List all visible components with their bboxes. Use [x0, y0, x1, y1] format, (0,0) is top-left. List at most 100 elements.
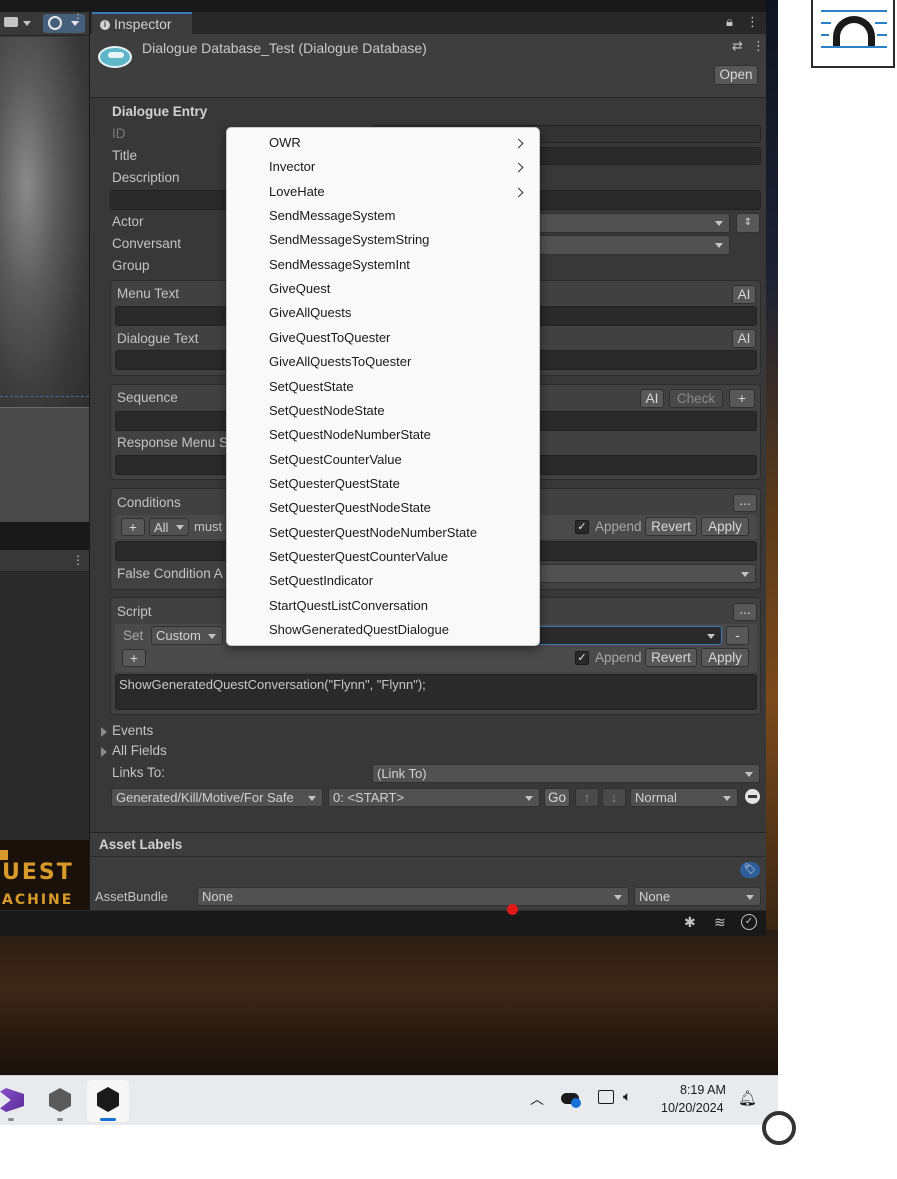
status-check-icon[interactable]: ✓	[741, 914, 757, 930]
open-button[interactable]: Open	[714, 65, 758, 85]
priority-dropdown[interactable]: Normal	[630, 788, 738, 807]
context-menu-item[interactable]: SetQuestCounterValue	[269, 452, 402, 467]
chevron-down-icon	[723, 796, 731, 801]
context-menu-item[interactable]: SendMessageSystem	[269, 208, 395, 223]
context-menu-item[interactable]: GiveQuestToQuester	[269, 330, 390, 345]
context-menu-item[interactable]: StartQuestListConversation	[269, 598, 428, 613]
conditions-append-checkbox[interactable]: ✓	[575, 520, 589, 534]
assetbundle-dropdown[interactable]: None	[197, 887, 629, 906]
scene-ground	[0, 396, 89, 522]
context-menu-item[interactable]: SetQuesterQuestNodeState	[269, 500, 431, 515]
resize-handle[interactable]	[762, 1111, 796, 1145]
asset-title: Dialogue Database_Test (Dialogue Databas…	[142, 40, 427, 56]
links-to-label: Links To:	[112, 765, 166, 780]
context-menu-item[interactable]: SetQuestIndicator	[269, 573, 373, 588]
context-menu-item[interactable]: SetQuestNodeNumberState	[269, 427, 431, 442]
notification-bell-icon[interactable]: 🔔︎	[738, 1089, 757, 1107]
script-add-button[interactable]: +	[122, 649, 146, 667]
tab-inspector[interactable]: i Inspector	[92, 12, 192, 34]
script-more-button[interactable]: ...	[733, 603, 757, 621]
link-conversation-dropdown[interactable]: Generated/Kill/Motive/For Safe	[111, 788, 323, 807]
chevron-right-icon	[513, 138, 524, 149]
network-icon[interactable]	[598, 1090, 614, 1104]
condition-all-dropdown[interactable]: All	[149, 518, 189, 536]
scene-viewport[interactable]	[0, 37, 89, 407]
dialogue-text-ai-button[interactable]: AI	[732, 329, 756, 348]
context-menu-item[interactable]: GiveAllQuestsToQuester	[269, 354, 411, 369]
sequence-ai-button[interactable]: AI	[640, 389, 664, 408]
document-line	[877, 34, 887, 36]
assetbundle-variant-value: None	[639, 889, 671, 904]
script-field[interactable]: ShowGeneratedQuestConversation("Flynn", …	[115, 674, 757, 710]
sequence-add-button[interactable]: +	[729, 389, 755, 408]
visual-studio-icon[interactable]	[0, 1088, 24, 1112]
kebab-menu-icon[interactable]: ⋮	[72, 12, 84, 24]
document-arch-shape	[833, 16, 875, 46]
conditions-more-button[interactable]: ...	[733, 494, 757, 512]
kebab-menu-icon[interactable]: ⋮	[72, 553, 84, 567]
move-down-button[interactable]: ↓	[602, 788, 626, 807]
script-remove-button[interactable]: -	[726, 626, 749, 645]
all-fields-foldout-icon[interactable]	[101, 747, 107, 757]
conditions-revert-button[interactable]: Revert	[645, 517, 697, 536]
menu-text-ai-button[interactable]: AI	[732, 285, 756, 304]
context-menu-item[interactable]: SendMessageSystemString	[269, 232, 429, 247]
go-button[interactable]: Go	[544, 788, 570, 807]
events-foldout-icon[interactable]	[101, 727, 107, 737]
script-apply-button[interactable]: Apply	[701, 648, 749, 667]
condition-add-button[interactable]: +	[121, 518, 145, 536]
chevron-up-icon[interactable]: ︿	[530, 1089, 544, 1109]
context-menu-item[interactable]: GiveAllQuests	[269, 305, 351, 320]
false-condition-dropdown[interactable]	[536, 564, 756, 583]
check-button[interactable]: Check	[669, 389, 723, 408]
script-append-checkbox[interactable]: ✓	[575, 651, 589, 665]
camera-icon[interactable]	[4, 17, 18, 27]
windows-taskbar: ︿ 🔈︎ 8:19 AM 10/20/2024 🔔︎	[0, 1075, 778, 1125]
volume-icon[interactable]: 🔈︎	[623, 1088, 631, 1105]
unity-hub-icon[interactable]	[49, 1088, 71, 1112]
context-menu-item[interactable]: LoveHate	[269, 184, 325, 199]
assetbundle-variant-dropdown[interactable]: None	[634, 887, 761, 906]
conditions-apply-button[interactable]: Apply	[701, 517, 749, 536]
chevron-down-icon	[707, 634, 715, 639]
actor-swap-button[interactable]: ⇕	[736, 213, 760, 233]
link-entry-dropdown[interactable]: 0: <START>	[328, 788, 540, 807]
custom-dropdown[interactable]: Custom	[151, 626, 223, 645]
script-revert-button[interactable]: Revert	[645, 648, 697, 667]
debug-bug-icon[interactable]: ✱	[684, 914, 696, 931]
set-label: Set	[123, 628, 144, 643]
running-indicator	[57, 1118, 63, 1121]
context-menu-item[interactable]: SetQuestState	[269, 379, 354, 394]
context-menu-item[interactable]: SetQuestNodeState	[269, 403, 385, 418]
layers-icon[interactable]: ≋	[714, 914, 726, 931]
active-indicator	[100, 1118, 116, 1121]
move-up-button[interactable]: ↑	[575, 788, 599, 807]
editor-top-strip	[0, 0, 766, 12]
context-menu-item[interactable]: SetQuesterQuestState	[269, 476, 400, 491]
all-fields-foldout[interactable]: All Fields	[112, 743, 167, 758]
editor-status-bar	[0, 910, 766, 936]
clock-date[interactable]: 10/20/2024	[661, 1101, 724, 1115]
settings-sliders-icon[interactable]: ⇄	[732, 38, 743, 54]
kebab-menu-icon[interactable]: ⋮	[746, 14, 759, 30]
link-to-dropdown[interactable]: (Link To)	[372, 764, 760, 783]
chevron-down-icon[interactable]	[23, 21, 31, 26]
context-menu-item[interactable]: SendMessageSystemInt	[269, 257, 410, 272]
events-foldout[interactable]: Events	[112, 723, 153, 738]
custom-function-dropdown[interactable]	[536, 626, 722, 645]
chevron-down-icon	[715, 243, 723, 248]
clock-time[interactable]: 8:19 AM	[680, 1083, 726, 1097]
label-tag-icon[interactable]: 🏷︎	[740, 862, 760, 878]
lock-icon[interactable]: 🔒︎	[726, 14, 733, 30]
document-icon	[811, 0, 895, 68]
context-menu-item[interactable]: SetQuesterQuestCounterValue	[269, 549, 448, 564]
context-menu-item[interactable]: SetQuesterQuestNodeNumberState	[269, 525, 477, 540]
context-menu-item[interactable]: GiveQuest	[269, 281, 330, 296]
context-menu-item[interactable]: ShowGeneratedQuestDialogue	[269, 622, 449, 637]
context-menu-item[interactable]: OWR	[269, 135, 301, 150]
chevron-down-icon	[525, 796, 533, 801]
context-menu-item[interactable]: Invector	[269, 159, 315, 174]
remove-link-icon[interactable]	[745, 789, 760, 804]
game-viewport[interactable]: UEST ACHINE	[0, 840, 89, 910]
kebab-menu-icon[interactable]: ⋮	[752, 38, 765, 54]
